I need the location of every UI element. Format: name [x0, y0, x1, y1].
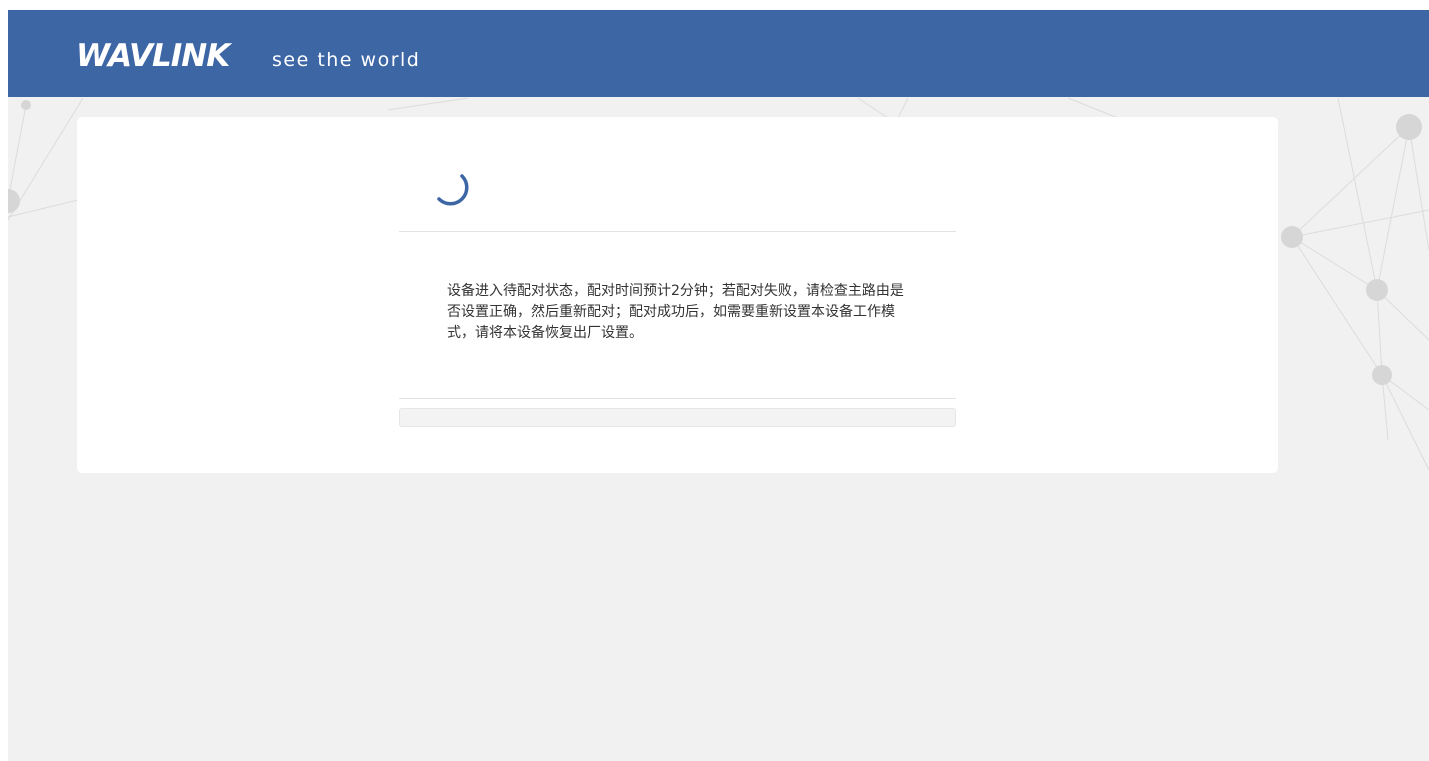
- pairing-status-panel: 设备进入待配对状态，配对时间预计2分钟；若配对失败，请检查主路由是否设置正确，然…: [77, 117, 1278, 473]
- pairing-progress-bar: [399, 408, 956, 427]
- pairing-status-message: 设备进入待配对状态，配对时间预计2分钟；若配对失败，请检查主路由是否设置正确，然…: [447, 283, 904, 341]
- divider-top: [399, 231, 956, 232]
- divider-bottom: [399, 398, 956, 399]
- app-window: WAVLINK see the world 设备进入待配对状态，配对时间预计2分…: [8, 10, 1429, 761]
- wavlink-logo-icon: WAVLINK: [76, 38, 233, 71]
- svg-text:WAVLINK: WAVLINK: [76, 38, 232, 71]
- brand-logo: WAVLINK see the world: [76, 37, 420, 71]
- top-header-bar: WAVLINK see the world: [8, 10, 1429, 97]
- brand-tagline: see the world: [272, 49, 421, 71]
- loading-spinner-icon: [437, 174, 469, 206]
